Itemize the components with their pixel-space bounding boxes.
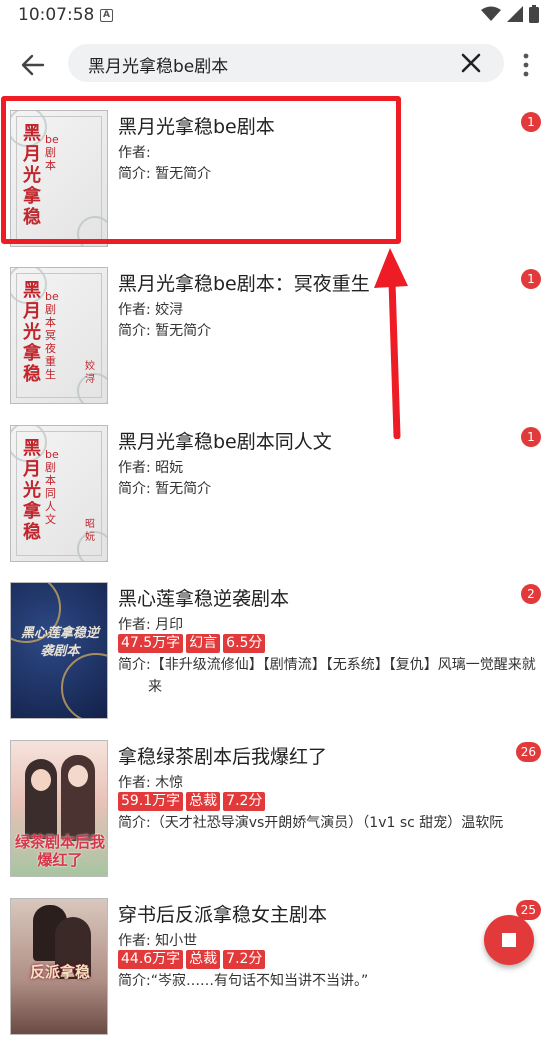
book-tags: 44.6万字 总裁 7.2分 xyxy=(118,950,266,969)
clear-icon[interactable] xyxy=(460,52,482,74)
search-input[interactable]: 黑月光拿稳be剧本 xyxy=(68,44,504,82)
book-cover: 黑月光拿稳 be剧本同人文 昭妧 xyxy=(10,425,108,562)
cover-title: 黑月光拿稳 xyxy=(23,280,41,385)
chapter-count-badge: 1 xyxy=(521,427,541,447)
book-intro-row: 简介: 暂无简介 xyxy=(118,320,211,340)
rating-tag: 6.5分 xyxy=(223,634,266,653)
word-count-tag: 44.6万字 xyxy=(118,950,184,969)
book-intro: 【非升级流修仙】【剧情流】【无系统】【复仇】风璃一觉醒来就来 xyxy=(148,657,536,695)
author-label: 作者: xyxy=(118,460,151,476)
chapter-count-badge: 26 xyxy=(515,742,541,762)
intro-label: 简介: xyxy=(118,973,151,989)
stop-button[interactable] xyxy=(484,915,534,965)
genre-tag: 总裁 xyxy=(186,950,221,969)
book-intro: 暂无简介 xyxy=(155,481,212,497)
author-label: 作者: xyxy=(118,775,151,791)
cover-author: 姣浔 xyxy=(85,361,95,385)
book-item[interactable]: 黑月光拿稳 be剧本冥夜重生 姣浔 黑月光拿稳be剧本：冥夜重生 作者: 姣浔 … xyxy=(0,257,553,407)
book-title: 拿稳绿茶剧本后我爆红了 xyxy=(118,746,328,768)
book-author-row: 作者: 姣浔 xyxy=(118,299,183,319)
battery-icon xyxy=(529,5,539,23)
book-author-row: 作者: 昭妧 xyxy=(118,457,183,477)
book-cover: 黑月光拿稳 be剧本冥夜重生 姣浔 xyxy=(10,267,108,404)
search-bar: 黑月光拿稳be剧本 xyxy=(0,40,553,88)
book-intro-row: 简介: （天才社恐导演vs开朗娇气演员）（1v1 sc 甜宠）温软阮 xyxy=(118,812,543,834)
book-intro-row: 简介: 暂无简介 xyxy=(118,478,211,498)
cover-title: 黑月光拿稳 xyxy=(23,438,41,543)
intro-label: 简介: xyxy=(118,657,151,673)
rating-tag: 7.2分 xyxy=(223,792,266,811)
book-item[interactable]: 黑心莲拿稳逆袭剧本 黑心莲拿稳逆袭剧本 作者: 月印 47.5万字 幻言 6.5… xyxy=(0,572,553,722)
book-title: 黑月光拿稳be剧本同人文 xyxy=(118,431,332,453)
book-title: 穿书后反派拿稳女主剧本 xyxy=(118,904,328,926)
book-cover: 黑心莲拿稳逆袭剧本 xyxy=(10,582,108,719)
intro-label: 简介: xyxy=(118,481,151,497)
cover-title: 黑心莲拿稳逆袭剧本 xyxy=(20,626,99,659)
book-item[interactable]: 反派拿稳 穿书后反派拿稳女主剧本 作者: 知小世 44.6万字 总裁 7.2分 … xyxy=(0,888,553,1038)
chapter-count-badge: 2 xyxy=(521,584,541,604)
book-title: 黑心莲拿稳逆袭剧本 xyxy=(118,588,290,610)
author-label: 作者: xyxy=(118,302,151,318)
genre-tag: 幻言 xyxy=(186,634,221,653)
status-bar: 10:07:58 A xyxy=(0,0,553,32)
book-author: 月印 xyxy=(155,617,184,633)
rating-tag: 7.2分 xyxy=(223,950,266,969)
chapter-count-badge: 1 xyxy=(521,269,541,289)
book-title: 黑月光拿稳be剧本：冥夜重生 xyxy=(118,273,370,295)
book-author: 昭妧 xyxy=(155,460,184,476)
author-label: 作者: xyxy=(118,933,151,949)
book-author: 知小世 xyxy=(155,933,198,949)
cover-subtitle: be剧本冥夜重生 xyxy=(45,290,59,381)
intro-label: 简介: xyxy=(118,815,151,831)
book-item[interactable]: 绿茶剧本后我爆红了 拿稳绿茶剧本后我爆红了 作者: 木惊 59.1万字 总裁 7… xyxy=(0,730,553,880)
intro-label: 简介: xyxy=(118,323,151,339)
notification-icon: A xyxy=(100,9,113,22)
cover-subtitle: be剧本同人文 xyxy=(45,448,59,526)
status-icons xyxy=(481,5,539,23)
book-intro-row: 简介: 【非升级流修仙】【剧情流】【无系统】【复仇】风璃一觉醒来就来 xyxy=(118,654,543,698)
book-author: 姣浔 xyxy=(155,302,184,318)
signal-icon xyxy=(507,6,523,22)
red-arrow-annotation xyxy=(374,248,408,439)
search-query[interactable]: 黑月光拿稳be剧本 xyxy=(88,52,228,77)
book-intro: 暂无简介 xyxy=(155,323,212,339)
cover-author: 昭妧 xyxy=(85,519,95,543)
author-label: 作者: xyxy=(118,617,151,633)
book-item[interactable]: 黑月光拿稳 be剧本同人文 昭妧 黑月光拿稳be剧本同人文 作者: 昭妧 简介:… xyxy=(0,415,553,565)
stop-icon xyxy=(502,933,516,947)
wifi-icon xyxy=(481,6,501,21)
highlight-box xyxy=(1,96,401,244)
status-time: 10:07:58 xyxy=(18,5,95,25)
word-count-tag: 59.1万字 xyxy=(118,792,184,811)
book-author-row: 作者: 知小世 xyxy=(118,930,197,950)
book-author-row: 作者: 木惊 xyxy=(118,772,183,792)
book-tags: 47.5万字 幻言 6.5分 xyxy=(118,634,266,653)
book-tags: 59.1万字 总裁 7.2分 xyxy=(118,792,266,811)
more-options-icon[interactable] xyxy=(518,52,534,78)
cover-title: 绿茶剧本后我爆红了 xyxy=(14,833,105,869)
book-intro-row: 简介: “岑寂……有句话不知当讲不当讲。” xyxy=(118,970,543,992)
word-count-tag: 47.5万字 xyxy=(118,634,184,653)
book-cover: 反派拿稳 xyxy=(10,898,108,1035)
chapter-count-badge: 1 xyxy=(521,112,541,132)
book-cover: 绿茶剧本后我爆红了 xyxy=(10,740,108,877)
book-author: 木惊 xyxy=(155,775,184,791)
genre-tag: 总裁 xyxy=(186,792,221,811)
book-intro: “岑寂……有句话不知当讲不当讲。” xyxy=(150,973,369,989)
back-arrow-icon[interactable] xyxy=(18,50,48,80)
book-intro: （天才社恐导演vs开朗娇气演员）（1v1 sc 甜宠）温软阮 xyxy=(150,815,504,831)
cover-title: 反派拿稳 xyxy=(29,963,90,981)
book-author-row: 作者: 月印 xyxy=(118,614,183,634)
